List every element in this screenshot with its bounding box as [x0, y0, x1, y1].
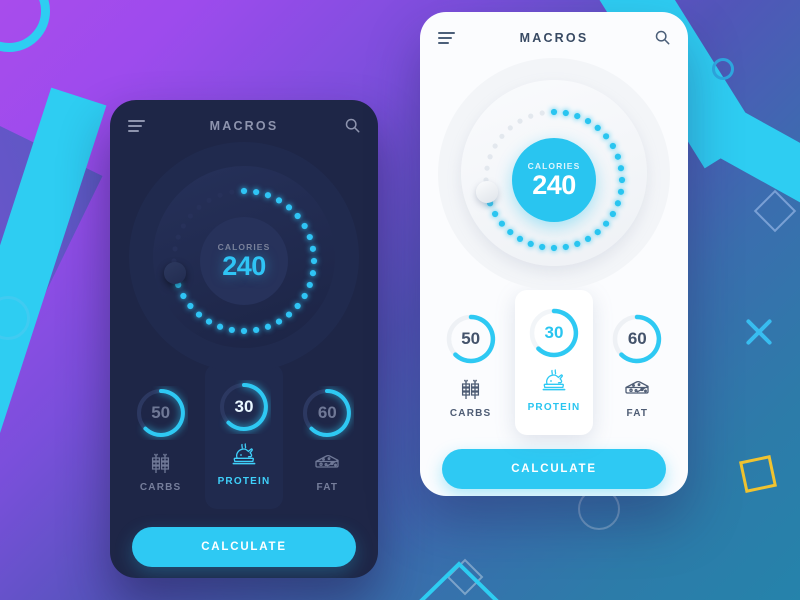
small-circle-outline [712, 58, 734, 80]
cyan-diagonal-band-bottom-left [0, 87, 107, 448]
macro-label: CARBS [449, 408, 492, 419]
page-title: MACROS [209, 119, 279, 133]
progress-ring: 50 [444, 312, 498, 366]
macro-label: CARBS [139, 482, 182, 493]
macro-card-carbs[interactable]: 50 CARBS [432, 300, 509, 435]
phone-mockup-light: MACROS CALORIES 240 50 CARBS 30 PROTEIN … [420, 12, 688, 496]
dial-knob-handle[interactable] [476, 180, 498, 203]
macro-value: 50 [151, 403, 171, 422]
progress-ring: 60 [610, 312, 664, 366]
calories-readout: CALORIES 240 [200, 217, 288, 305]
cheese-wedge-icon [623, 375, 651, 401]
progress-ring: 30 [217, 380, 271, 434]
macro-label: FAT [316, 482, 339, 493]
macros-row-dark: 50 CARBS 30 PROTEIN 60 FAT [110, 364, 378, 509]
calculate-area-dark: CALCULATE [110, 527, 378, 567]
macro-card-protein[interactable]: 30 PROTEIN [205, 364, 283, 509]
wheat-icon [148, 449, 174, 475]
progress-ring: 30 [527, 306, 581, 360]
circle-outline-left [0, 296, 30, 340]
calories-dial-dark[interactable]: CALORIES 240 [110, 142, 378, 372]
macro-label: FAT [626, 408, 649, 419]
search-icon[interactable] [345, 118, 360, 138]
macro-value: 60 [627, 329, 647, 348]
progress-ring: 60 [300, 386, 354, 440]
macro-label: PROTEIN [217, 476, 271, 487]
calculate-area-light: CALCULATE [420, 449, 688, 489]
macro-card-protein[interactable]: 30 PROTEIN [515, 290, 593, 435]
calories-readout: CALORIES 240 [512, 138, 596, 222]
app-header-light: MACROS [420, 12, 688, 64]
macro-card-carbs[interactable]: 50 CARBS [122, 374, 199, 509]
diamond-outline-right [753, 189, 797, 233]
page-title: MACROS [519, 31, 589, 45]
macro-label: PROTEIN [527, 402, 581, 413]
purple-band-decoration [0, 123, 103, 473]
design-canvas: MACROS CALORIES 240 50 CARBS 30 PROTEIN … [0, 0, 800, 600]
macro-card-fat[interactable]: 60 FAT [289, 374, 366, 509]
wheat-icon [458, 375, 484, 401]
calories-value: 240 [532, 169, 576, 200]
macro-value: 50 [461, 329, 481, 348]
calories-value: 240 [222, 250, 266, 281]
roast-chicken-icon [230, 443, 258, 469]
cyan-ring-top-left [0, 0, 50, 52]
cheese-wedge-icon [313, 449, 341, 475]
calories-dial-light[interactable]: CALORIES 240 [420, 58, 688, 296]
macros-row-light: 50 CARBS 30 PROTEIN 60 FAT [420, 290, 688, 435]
macro-value: 30 [234, 397, 254, 416]
roast-chicken-icon [540, 369, 568, 395]
diamond-outline-bottom [446, 558, 484, 596]
gold-square-outline [739, 455, 777, 493]
hamburger-menu-icon[interactable] [438, 32, 455, 44]
macro-card-fat[interactable]: 60 FAT [599, 300, 676, 435]
calculate-button[interactable]: CALCULATE [442, 449, 666, 489]
cyan-x-mark [742, 315, 776, 349]
progress-ring: 50 [134, 386, 188, 440]
calculate-button[interactable]: CALCULATE [132, 527, 356, 567]
macro-value: 30 [544, 323, 564, 342]
macro-value: 60 [317, 403, 337, 422]
hamburger-menu-icon[interactable] [128, 120, 145, 132]
phone-mockup-dark: MACROS CALORIES 240 50 CARBS 30 PROTEIN … [110, 100, 378, 578]
search-icon[interactable] [655, 30, 670, 50]
